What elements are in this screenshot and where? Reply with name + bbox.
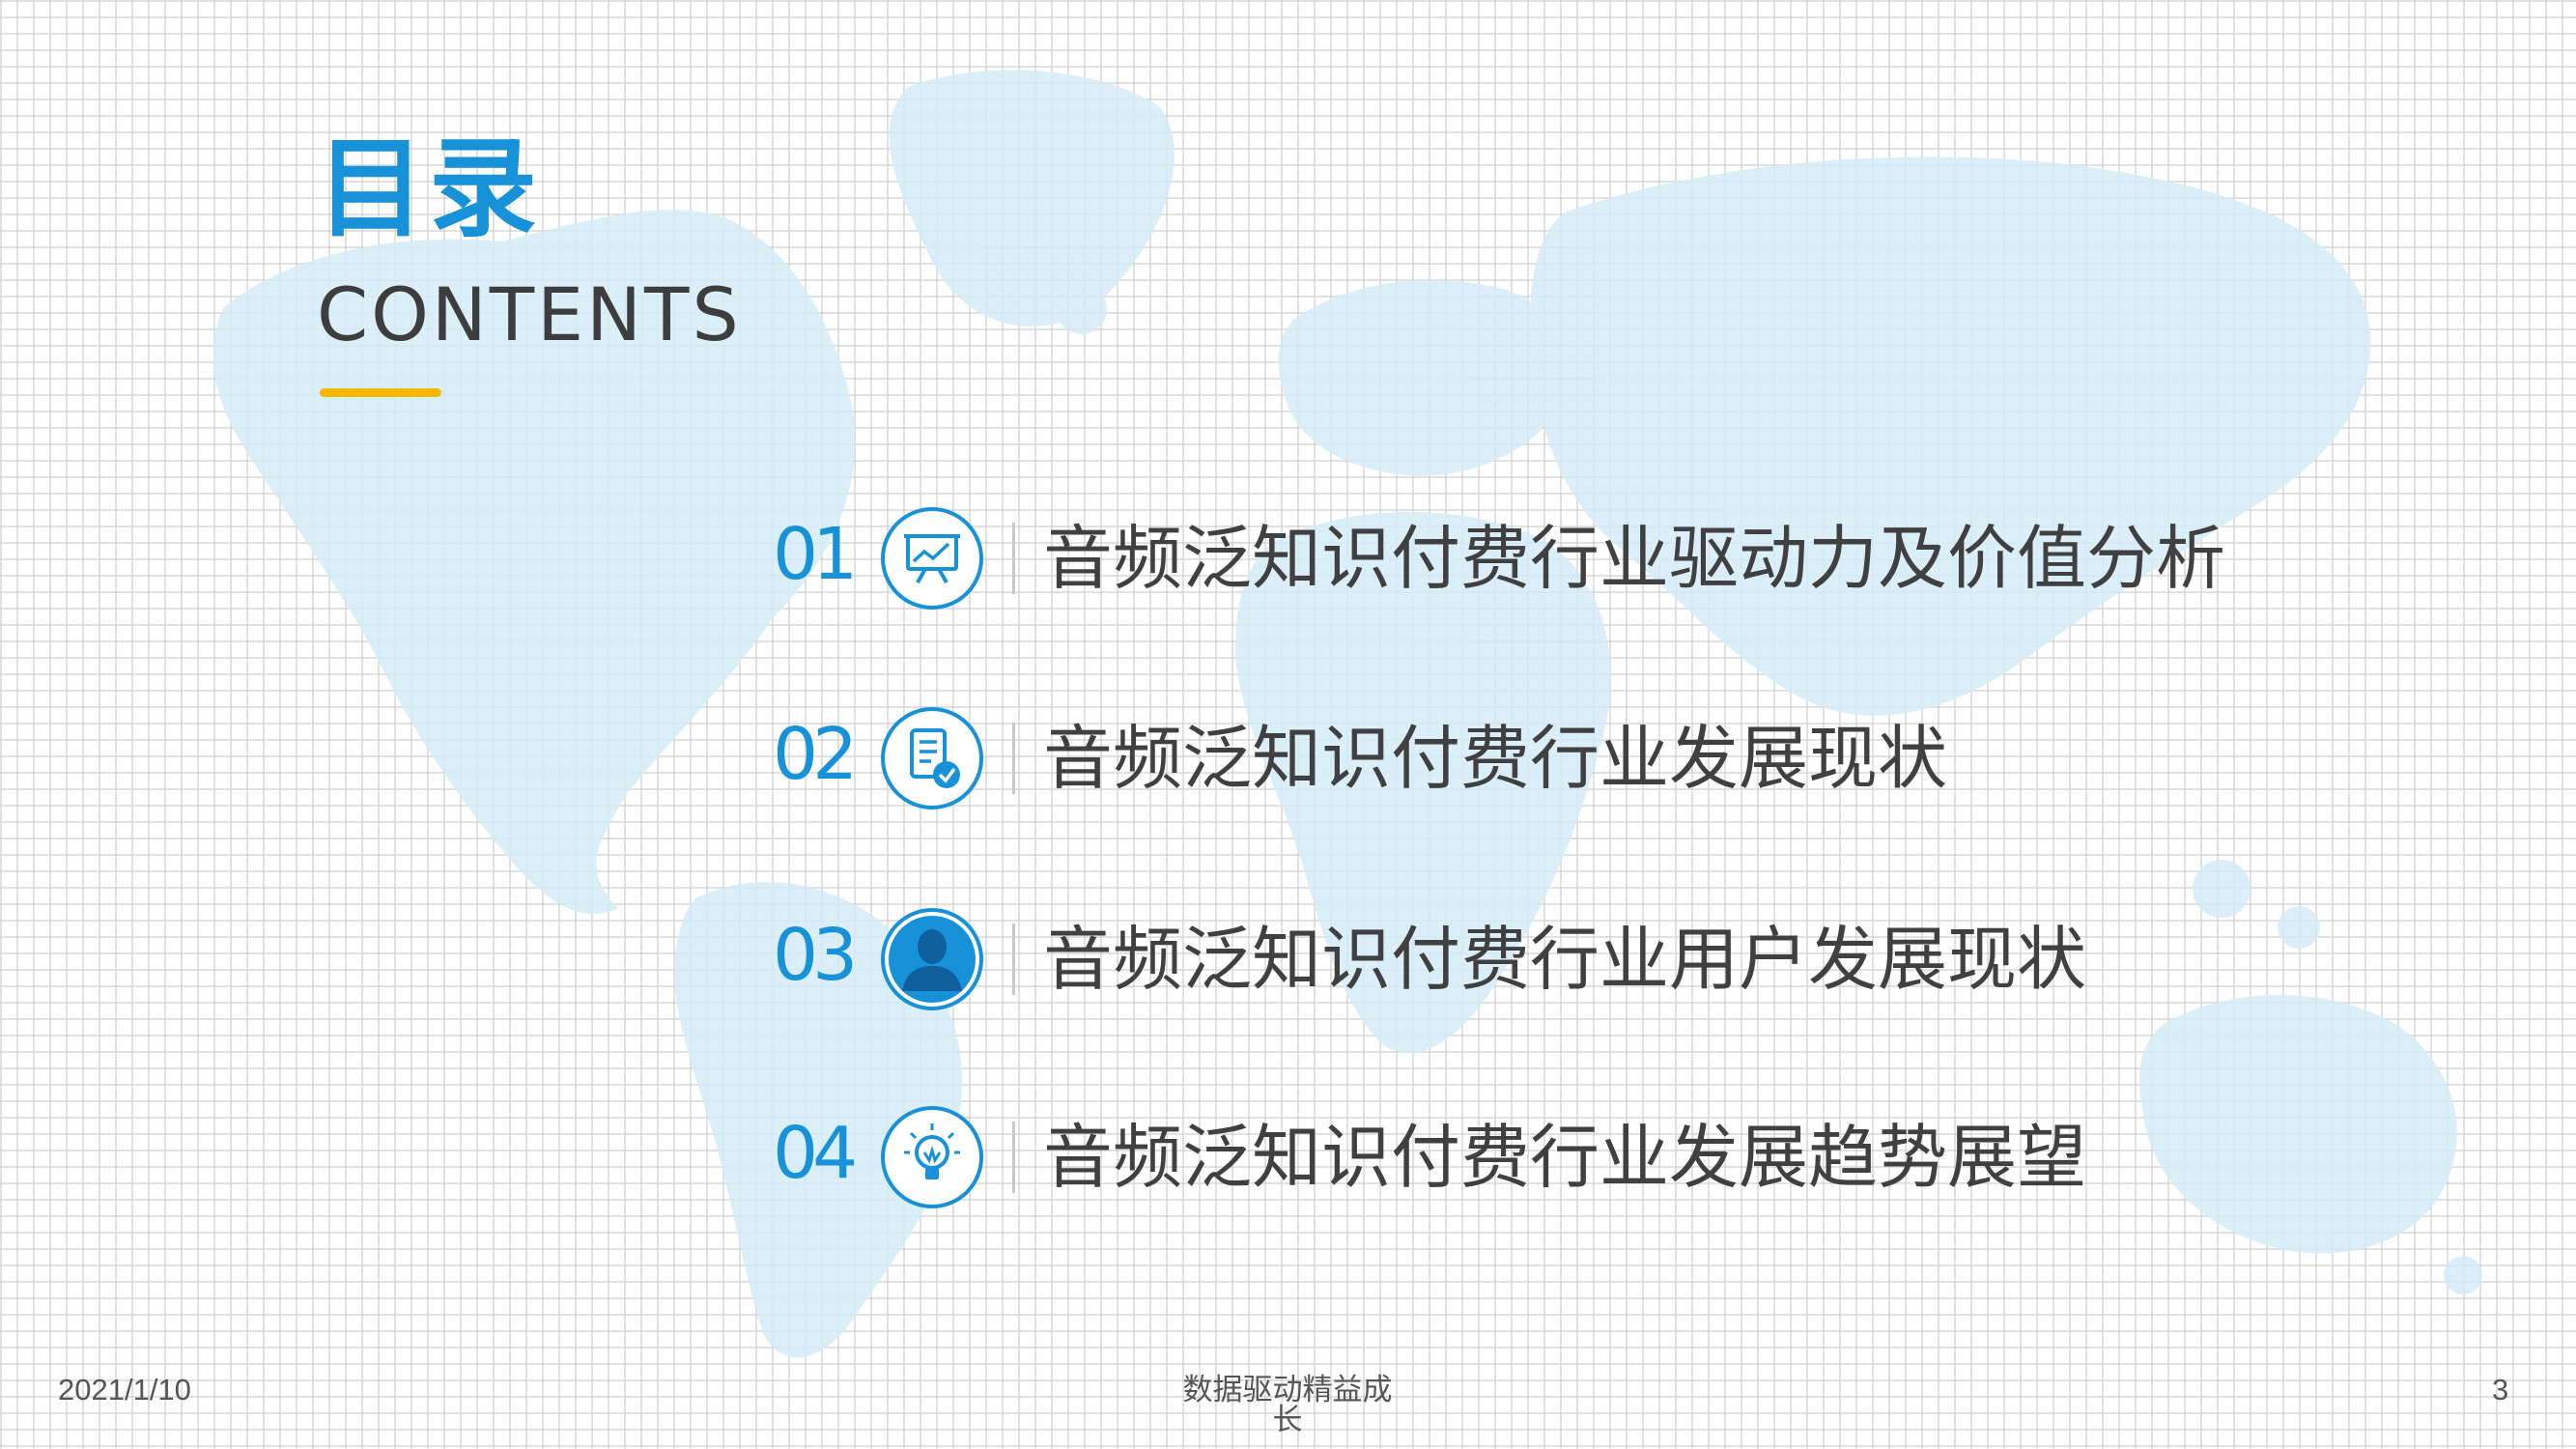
lightbulb-icon [881, 1106, 983, 1208]
toc-item-3[interactable]: 03 音频泛知识付费行业用户发展现状 [773, 898, 2318, 1024]
toc-label: 音频泛知识付费行业用户发展现状 [1043, 919, 2087, 1000]
page-title: 目录 [317, 127, 541, 252]
toc-number: 03 [773, 914, 858, 997]
toc-label: 音频泛知识付费行业发展趋势展望 [1043, 1117, 2087, 1198]
toc-label: 音频泛知识付费行业驱动力及价值分析 [1043, 518, 2226, 599]
toc-divider [1012, 723, 1015, 794]
toc-label: 音频泛知识付费行业发展现状 [1043, 718, 1948, 799]
page-number: 3 [2492, 1373, 2509, 1406]
toc-number: 01 [773, 513, 858, 596]
user-icon [881, 908, 983, 1010]
slide: 目录 CONTENTS 01 音频泛知识付费行业驱动力及价值分析 02 音频泛知… [0, 0, 2576, 1449]
presentation-chart-icon [881, 507, 983, 610]
title-underline [320, 388, 441, 397]
toc-number: 04 [773, 1112, 858, 1195]
toc-item-2[interactable]: 02 音频泛知识付费行业发展现状 [773, 697, 2318, 823]
toc-divider [1012, 923, 1015, 995]
page-subtitle: CONTENTS [317, 271, 742, 357]
toc-item-4[interactable]: 04 音频泛知识付费行业发展趋势展望 [773, 1096, 2318, 1222]
toc-divider [1012, 1122, 1015, 1193]
toc-item-1[interactable]: 01 音频泛知识付费行业驱动力及价值分析 [773, 497, 2318, 623]
toc-divider [1012, 523, 1015, 594]
document-check-icon [881, 707, 983, 810]
footer-date: 2021/1/10 [58, 1373, 191, 1406]
footer-title: 数据驱动精益成长 [1182, 1373, 1393, 1436]
toc-number: 02 [773, 713, 858, 796]
